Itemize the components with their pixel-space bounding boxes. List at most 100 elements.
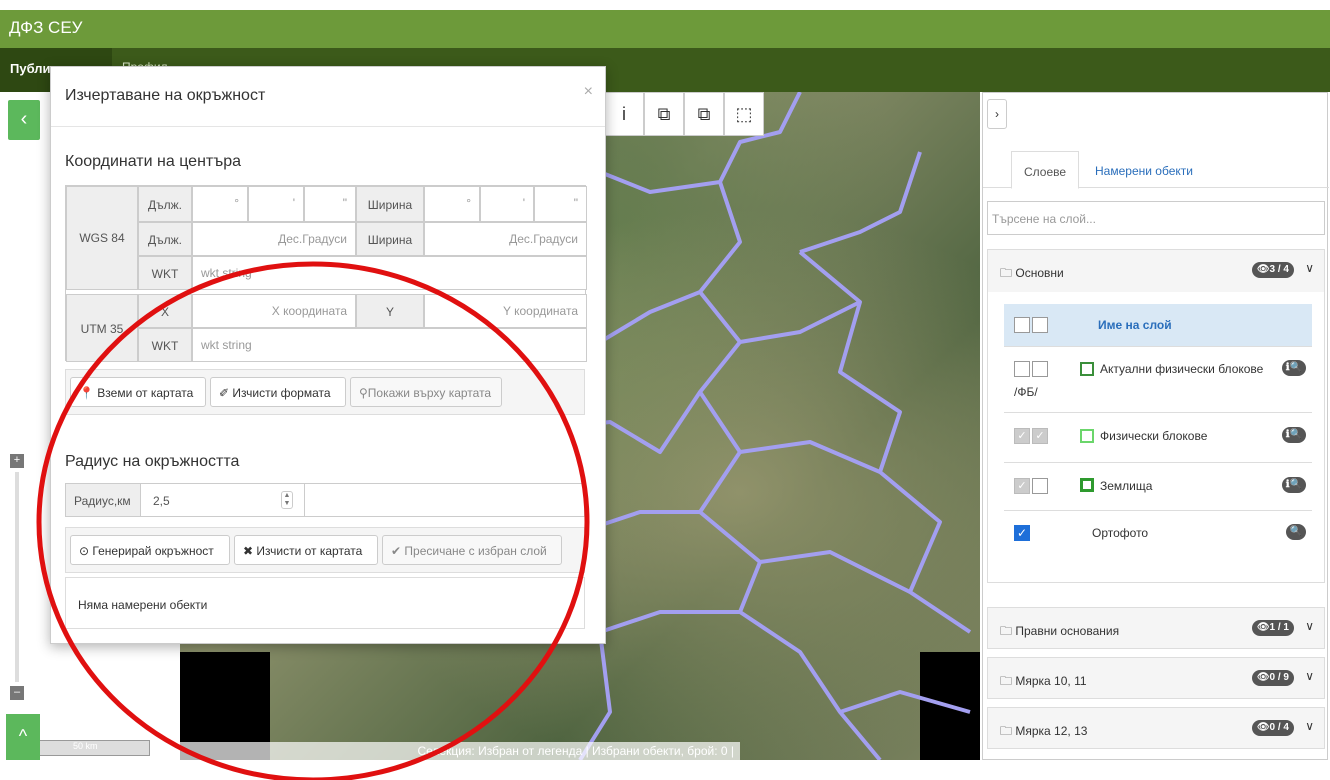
coords-button-bar: 📍 Вземи от картата ✐ Изчисти формата ⚲По…: [65, 369, 585, 415]
draw-tool-icon[interactable]: ⬚: [724, 92, 764, 136]
collapse-left-button[interactable]: ‹: [8, 100, 40, 140]
layer-select-checkbox[interactable]: [1032, 478, 1048, 494]
close-icon: ✖: [243, 544, 254, 558]
visibility-badge: 👁1 / 1: [1251, 620, 1294, 636]
select-all-checkbox-2[interactable]: [1032, 317, 1048, 333]
panel-tabs: Слоеве Намерени обекти: [983, 143, 1329, 189]
info-tool-icon[interactable]: i: [604, 92, 644, 136]
zoom-out-button[interactable]: –: [10, 686, 24, 700]
group-main: 🗀 Основни 👁3 / 4 ∨ Име на слой Актуални …: [987, 249, 1325, 583]
layer-swatch: [1080, 429, 1094, 443]
draw-circle-dialog: Изчертаване на окръжност × Координати на…: [50, 66, 606, 644]
zoom-in-button[interactable]: +: [10, 454, 24, 468]
lon-decimal-input[interactable]: Дес.Градуси: [192, 222, 356, 256]
layer-info-icon[interactable]: ℹ🔍: [1281, 360, 1306, 376]
panel-toggle-button[interactable]: ›: [987, 99, 1007, 129]
lat-degrees-input[interactable]: °: [424, 186, 480, 222]
utm-wkt-input[interactable]: wkt string: [192, 328, 587, 362]
layer-name: Ортофото: [1092, 526, 1149, 540]
left-controls: ‹ + – 50 km ^: [0, 92, 150, 760]
coordinates-form: WGS 84 Дълж. ° ' " Ширина ° ' " Дълж. Де…: [65, 185, 587, 362]
lon-decimal-label: Дълж.: [138, 222, 192, 256]
clear-form-button[interactable]: ✐ Изчисти формата: [210, 377, 346, 407]
close-icon[interactable]: ×: [584, 83, 593, 101]
layer-row: ✓ Ортофото 🔍: [1004, 510, 1312, 554]
visibility-badge: 👁0 / 4: [1251, 720, 1294, 736]
utm-wkt-label: WKT: [138, 328, 192, 362]
layer-search-input[interactable]: Търсене на слой...: [987, 201, 1325, 235]
intersect-layer-button[interactable]: ✔ Пресичане с избран слой: [382, 535, 562, 565]
tab-layers[interactable]: Слоеве: [1011, 151, 1080, 189]
result-message: Няма намерени обекти: [65, 577, 585, 629]
take-from-map-button[interactable]: 📍 Вземи от картата: [70, 377, 206, 407]
map-marker-icon: 📍: [79, 386, 94, 400]
folder-icon: 🗀: [1000, 624, 1013, 638]
scale-label: 50 km: [73, 741, 98, 751]
lat-decimal-input[interactable]: Дес.Градуси: [424, 222, 587, 256]
folder-icon: 🗀: [1000, 266, 1013, 280]
eraser-icon: ✐: [219, 386, 230, 400]
app-title: ДФЗ СЕУ: [9, 18, 83, 37]
utm-x-input[interactable]: X координата: [192, 294, 356, 328]
copy-tool-icon[interactable]: ⧉: [644, 92, 684, 136]
visibility-badge: 👁3 / 4: [1251, 262, 1294, 278]
lon-seconds-input[interactable]: ": [304, 186, 356, 222]
layer-select-checkbox[interactable]: [1032, 361, 1048, 377]
lat-label: Ширина: [356, 186, 424, 222]
layers-tool-icon[interactable]: ⧉: [684, 92, 724, 136]
pin-icon: ⚲: [359, 386, 368, 400]
layer-row: Актуални физически блокове /ФБ/ ℹ🔍: [1004, 346, 1312, 412]
layer-name-header: Име на слой: [1098, 318, 1172, 332]
layer-swatch: [1080, 362, 1094, 376]
clear-from-map-button[interactable]: ✖ Изчисти от картата: [234, 535, 378, 565]
group-measure-10-11: 🗀 Мярка 10, 11 👁0 / 9 ∨: [987, 657, 1325, 699]
lat-minutes-input[interactable]: ': [480, 186, 534, 222]
layer-select-checkbox[interactable]: ✓: [1032, 428, 1048, 444]
map-toolbar: i ⧉ ⧉ ⬚: [604, 92, 764, 136]
layer-visible-checkbox[interactable]: ✓: [1014, 428, 1030, 444]
wgs-wkt-input[interactable]: wkt string: [192, 256, 587, 290]
radius-section-title: Радиус на окръжността: [65, 453, 240, 470]
layer-info-icon[interactable]: ℹ🔍: [1281, 427, 1306, 443]
select-all-checkbox[interactable]: [1014, 317, 1030, 333]
expand-bottom-button[interactable]: ^: [6, 714, 40, 760]
layer-name: Землища: [1100, 479, 1153, 493]
chevron-down-icon[interactable]: ∨: [1305, 261, 1314, 275]
radius-spinner[interactable]: ▲ ▼: [281, 491, 293, 509]
lon-degrees-input[interactable]: °: [192, 186, 248, 222]
chevron-down-icon[interactable]: ∨: [1305, 619, 1314, 633]
layers-panel: › Слоеве Намерени обекти Търсене на слой…: [982, 92, 1329, 760]
lon-label: Дълж.: [138, 186, 192, 222]
layer-table-header: Име на слой: [1004, 304, 1312, 346]
layer-name: Актуални физически блокове: [1100, 362, 1264, 376]
chevron-down-icon[interactable]: ∨: [1305, 719, 1314, 733]
wgs84-label: WGS 84: [66, 186, 138, 290]
layer-visible-checkbox[interactable]: ✓: [1014, 525, 1030, 541]
zoom-slider[interactable]: [15, 472, 19, 682]
utm35-label: UTM 35: [66, 294, 138, 362]
layer-table: Име на слой Актуални физически блокове /…: [1004, 304, 1312, 554]
layer-visible-checkbox[interactable]: [1014, 361, 1030, 377]
generate-circle-button[interactable]: ⊙ Генерирай окръжност: [70, 535, 230, 565]
tab-found-objects[interactable]: Намерени обекти: [1083, 151, 1205, 189]
layer-visible-checkbox[interactable]: ✓: [1014, 478, 1030, 494]
lon-minutes-input[interactable]: ': [248, 186, 304, 222]
wgs-wkt-label: WKT: [138, 256, 192, 290]
lat-decimal-label: Ширина: [356, 222, 424, 256]
circle-dot-icon: ⊙: [79, 544, 90, 558]
dialog-header: Изчертаване на окръжност: [51, 67, 605, 127]
layer-search-icon[interactable]: 🔍: [1285, 524, 1306, 540]
dialog-title: Изчертаване на окръжност: [65, 87, 266, 104]
folder-icon: 🗀: [1000, 674, 1013, 688]
radius-group-spacer: [305, 483, 585, 517]
show-on-map-button[interactable]: ⚲Покажи върху картата: [350, 377, 502, 407]
utm-y-input[interactable]: Y координата: [424, 294, 587, 328]
layer-swatch: [1080, 478, 1094, 492]
check-circle-icon: ✔: [391, 544, 402, 558]
radius-button-bar: ⊙ Генерирай окръжност ✖ Изчисти от карта…: [65, 527, 585, 573]
visibility-badge: 👁0 / 9: [1251, 670, 1294, 686]
utm-y-label: Y: [356, 294, 424, 328]
lat-seconds-input[interactable]: ": [534, 186, 587, 222]
chevron-down-icon[interactable]: ∨: [1305, 669, 1314, 683]
layer-info-icon[interactable]: ℹ🔍: [1281, 477, 1306, 493]
